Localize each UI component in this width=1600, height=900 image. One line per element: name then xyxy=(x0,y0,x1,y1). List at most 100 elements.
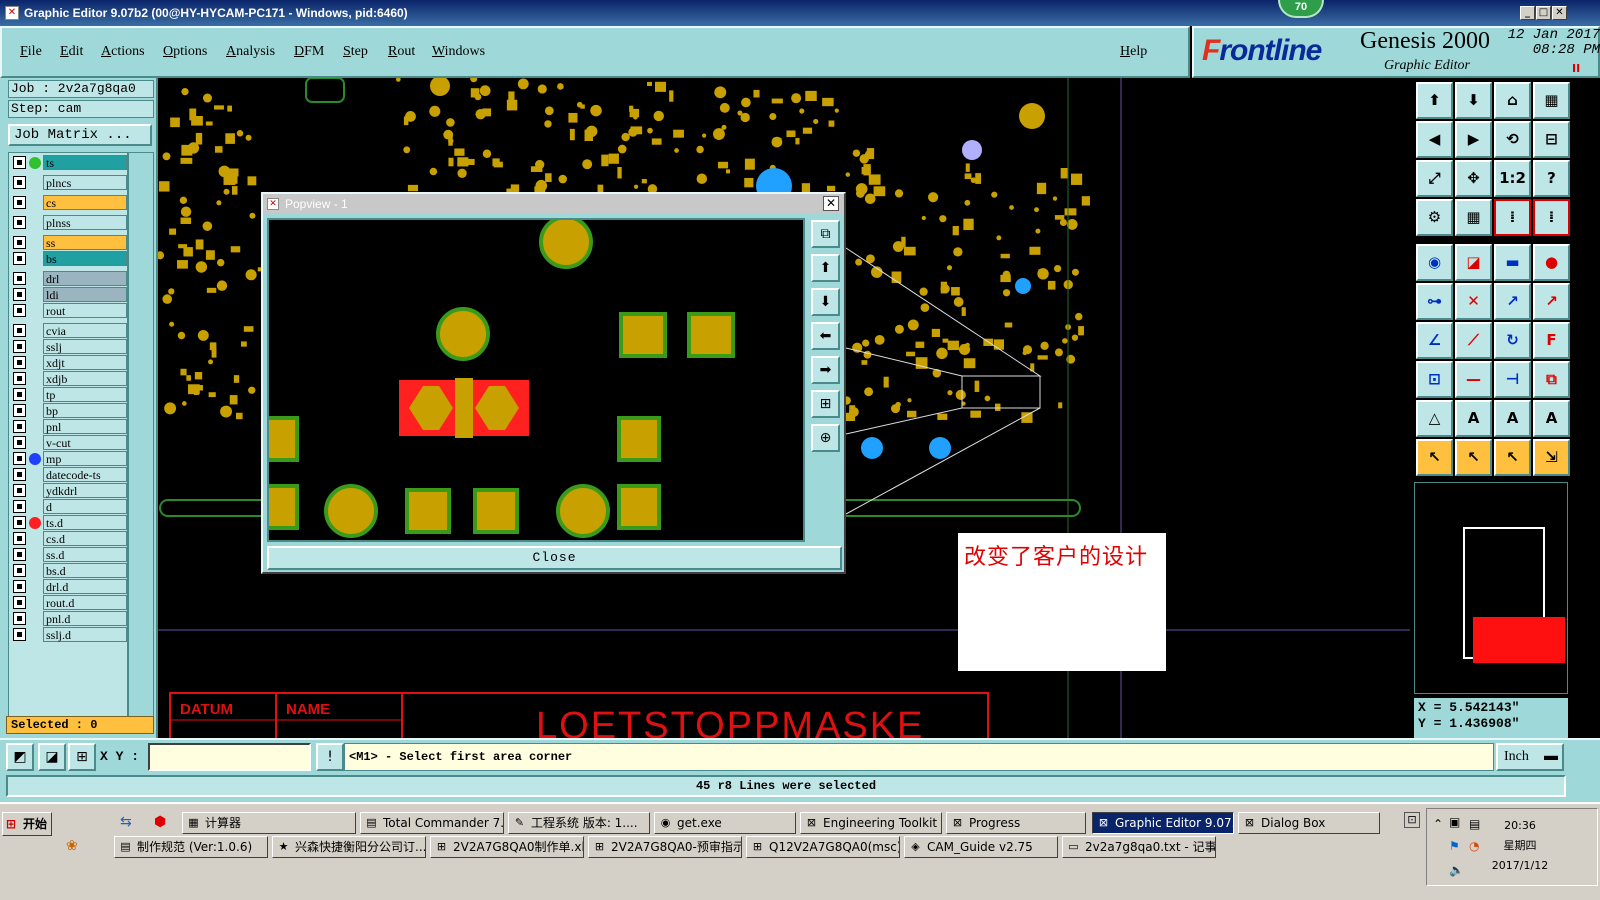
layer-row-bs-d[interactable]: bs.d xyxy=(11,563,127,579)
fit-icon[interactable]: ⤢ xyxy=(1416,160,1453,197)
popview-close-button[interactable]: Close xyxy=(267,546,842,570)
layer-name[interactable]: drl.d xyxy=(43,579,127,594)
layer-name[interactable]: mp xyxy=(43,451,127,466)
layer-row-mp[interactable]: mp xyxy=(11,451,127,467)
layer-row-bs[interactable]: bs xyxy=(11,251,127,267)
layer-name[interactable]: ts.d xyxy=(43,515,127,530)
rotate-icon[interactable]: ↻ xyxy=(1494,322,1531,359)
text-b-icon[interactable]: A xyxy=(1494,400,1531,437)
resize-icon[interactable]: ⇲ xyxy=(1533,439,1570,476)
units-select[interactable]: Inch ▬ xyxy=(1496,743,1564,771)
menu-step[interactable]: Step xyxy=(343,44,368,60)
layer-name[interactable]: cs.d xyxy=(43,531,127,546)
layer-checkbox[interactable] xyxy=(13,628,26,641)
triangle-icon[interactable]: △ xyxy=(1416,400,1453,437)
layer-name[interactable]: drl xyxy=(43,271,127,286)
xy-input[interactable] xyxy=(148,743,311,771)
popview-canvas[interactable] xyxy=(257,215,805,542)
layer-checkbox[interactable] xyxy=(13,372,26,385)
clock[interactable]: 20:36 星期四 2017/1/12 xyxy=(1490,816,1550,876)
layer-row-ts-d[interactable]: ts.d xyxy=(11,515,127,531)
home-icon[interactable]: ⌂ xyxy=(1494,82,1531,119)
pdf-icon[interactable]: ⬢ xyxy=(154,814,166,830)
taskbar-item[interactable]: ⊠ Progress xyxy=(946,812,1086,834)
layer-checkbox[interactable] xyxy=(13,548,26,561)
pan-up-icon[interactable]: ⬆ xyxy=(811,254,840,282)
taskbar-item[interactable]: ⊠ Engineering Toolkit 9.... xyxy=(800,812,942,834)
layer-row-drl-d[interactable]: drl.d xyxy=(11,579,127,595)
pan-left-icon[interactable]: ⬅ xyxy=(811,322,840,350)
layer-checkbox[interactable] xyxy=(13,564,26,577)
layer-checkbox[interactable] xyxy=(13,176,26,189)
taskbar-item[interactable]: ▭ 2v2a7g8qa0.txt - 记事本 xyxy=(1062,836,1216,858)
bracket-icon[interactable]: ⊣ xyxy=(1494,361,1531,398)
pan-up-icon[interactable]: ⬆ xyxy=(1416,82,1453,119)
move-icon[interactable]: ✥ xyxy=(1455,160,1492,197)
minus-icon[interactable]: — xyxy=(1455,361,1492,398)
copy-icon[interactable]: ⧉ xyxy=(1533,361,1570,398)
menu-analysis[interactable]: Analysis xyxy=(226,44,275,60)
layer-checkbox[interactable] xyxy=(13,500,26,513)
undo-icon[interactable]: ⟲ xyxy=(1494,121,1531,158)
layer-name[interactable]: v-cut xyxy=(43,435,127,450)
layer-checkbox[interactable] xyxy=(13,216,26,229)
zoom-window-icon[interactable]: ⧉ xyxy=(811,220,840,248)
layer-name[interactable]: tp xyxy=(43,387,127,402)
layer-checkbox[interactable] xyxy=(13,356,26,369)
show-desktop-icon[interactable]: ⊡ xyxy=(1404,812,1420,828)
grid-icon[interactable]: ▦ xyxy=(1455,199,1492,236)
filter-b-icon[interactable]: ⁞ xyxy=(1533,199,1570,236)
layer-name[interactable]: xdjb xyxy=(43,371,127,386)
layer-name[interactable]: ydkdrl xyxy=(43,483,127,498)
measure-icon[interactable]: ◪ xyxy=(38,743,66,771)
connect-icon[interactable]: ⊶ xyxy=(1416,283,1453,320)
line-a-icon[interactable]: ↗ xyxy=(1494,283,1531,320)
taskbar-item[interactable]: ▤ 制作规范 (Ver:1.0.6) xyxy=(114,836,268,858)
menu-windows[interactable]: Windows xyxy=(432,44,485,60)
layer-name[interactable]: pnl.d xyxy=(43,611,127,626)
layer-row-ts[interactable]: ts xyxy=(11,155,127,171)
slash-icon[interactable]: ⟋ xyxy=(1455,322,1492,359)
layer-row-pnl-d[interactable]: pnl.d xyxy=(11,611,127,627)
taskbar-item[interactable]: ▤ Total Commander 7.0 ... xyxy=(360,812,504,834)
text-c-icon[interactable]: A xyxy=(1533,400,1570,437)
layer-row-datecode-ts[interactable]: datecode-ts xyxy=(11,467,127,483)
popview-close-icon[interactable]: ✕ xyxy=(823,196,839,211)
layer-name[interactable]: ts xyxy=(43,155,127,170)
menu-rout[interactable]: Rout xyxy=(388,44,415,60)
layer-name[interactable]: ss xyxy=(43,235,127,250)
layer-row-rout[interactable]: rout xyxy=(11,303,127,319)
taskbar-item[interactable]: ◈ CAM_Guide v2.75 xyxy=(904,836,1058,858)
grid-icon[interactable]: ⊞ xyxy=(68,743,96,771)
layer-name[interactable]: plncs xyxy=(43,175,127,190)
maximize-button[interactable]: □ xyxy=(1536,6,1551,20)
poly-icon[interactable]: ◪ xyxy=(1455,244,1492,281)
layer-row-ss-d[interactable]: ss.d xyxy=(11,547,127,563)
ruler-icon[interactable]: ▬ xyxy=(1494,244,1531,281)
filter-a-icon[interactable]: ⁞ xyxy=(1494,199,1531,236)
layer-name[interactable]: bs.d xyxy=(43,563,127,578)
minimize-button[interactable]: _ xyxy=(1520,6,1535,20)
layer-affected-dot-icon[interactable] xyxy=(29,157,41,169)
layer-checkbox[interactable] xyxy=(13,388,26,401)
layer-affected-dot-icon[interactable] xyxy=(29,453,41,465)
cross-icon[interactable]: ✕ xyxy=(1455,283,1492,320)
layer-checkbox[interactable] xyxy=(13,252,26,265)
layer-affected-dot-icon[interactable] xyxy=(29,517,41,529)
tray-flag-icon[interactable]: ⚑ xyxy=(1449,839,1460,853)
taskbar-item[interactable]: ⊞ 2V2A7G8QA0-预审指示... xyxy=(588,836,742,858)
taskbar-item[interactable]: ⊠ Dialog Box xyxy=(1238,812,1380,834)
layer-name[interactable]: sslj xyxy=(43,339,127,354)
taskbar-item[interactable]: ▦ 计算器 xyxy=(182,812,356,834)
alert-icon[interactable]: ! xyxy=(316,743,344,771)
tray-network-icon[interactable]: ▤ xyxy=(1469,817,1480,831)
layer-checkbox[interactable] xyxy=(13,612,26,625)
next-icon[interactable]: ▶ xyxy=(1455,121,1492,158)
pointer-a-icon[interactable]: ↖ xyxy=(1416,439,1453,476)
menu-dfm[interactable]: DFM xyxy=(294,44,324,60)
split-icon[interactable]: ⊟ xyxy=(1533,121,1570,158)
zoom-in-icon[interactable]: ⊞ xyxy=(811,390,840,418)
layer-row-ldi[interactable]: ldi xyxy=(11,287,127,303)
taskbar-item[interactable]: ⊞ 2V2A7G8QA0制作单.xls... xyxy=(430,836,584,858)
snap-icon[interactable]: ◩ xyxy=(6,743,34,771)
